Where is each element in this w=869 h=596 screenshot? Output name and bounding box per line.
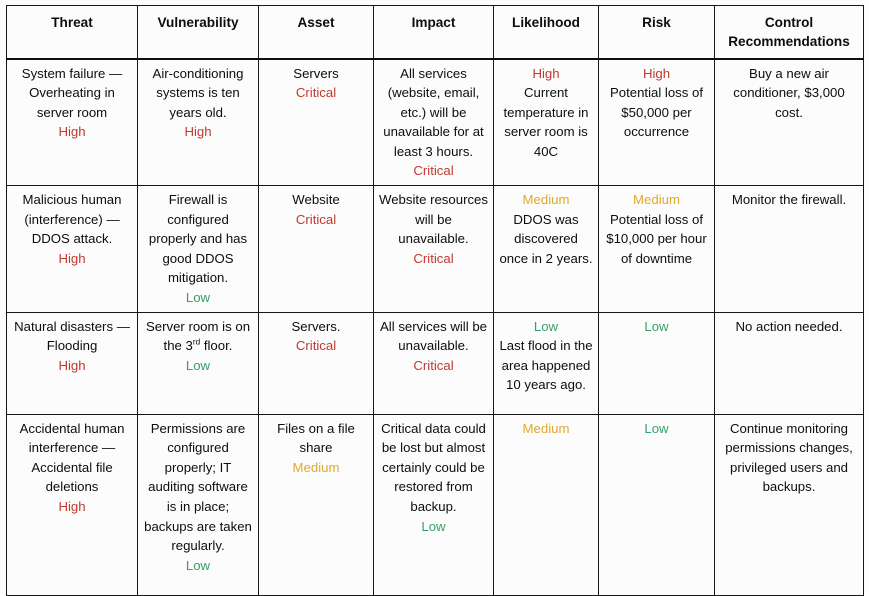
rating-badge: High (642, 65, 671, 81)
cell-risk: Low (598, 413, 715, 596)
cell-description: Website resources will be unavailable. (379, 192, 488, 247)
rating-badge: Low (185, 557, 211, 573)
table-header: Threat Vulnerability Asset Impact Likeli… (6, 5, 864, 60)
cell-likelihood: Medium (493, 413, 599, 596)
cell-control: No action needed. (714, 311, 864, 415)
cell-description: Permissions are configured properly; IT … (144, 420, 252, 554)
cell-risk: Medium Potential loss of $10,000 per hour… (598, 185, 715, 313)
cell-vulnerability: Air-conditioning systems is ten years ol… (137, 57, 259, 187)
cell-description: Current temperature in server room is 40… (503, 85, 589, 159)
column-header-control-recommendations: Control Recommendations (714, 5, 864, 60)
cell-description: Files on a file share (277, 420, 355, 456)
cell-control: Buy a new air conditioner, $3,000 cost. (714, 57, 864, 187)
rating-badge: Medium (522, 192, 570, 208)
cell-asset: Servers Critical (258, 57, 374, 187)
rating-badge: Low (185, 357, 211, 373)
table-row: Malicious human (interference) — DDOS at… (6, 185, 864, 313)
cell-description: Accidental human interference — Accident… (19, 420, 125, 495)
rating-badge: High (58, 357, 86, 373)
cell-description: Natural disasters — Flooding (14, 318, 130, 354)
cell-asset: Servers. Critical (258, 311, 374, 415)
rating-badge: Critical (295, 211, 337, 227)
column-header-vulnerability: Vulnerability (137, 5, 259, 60)
column-header-impact: Impact (373, 5, 494, 60)
table-row: System failure — Overheating in server r… (6, 57, 864, 187)
cell-impact: Website resources will be unavailable. Cr… (373, 185, 494, 313)
rating-badge: High (184, 124, 212, 140)
rating-badge: High (58, 250, 86, 266)
cell-likelihood: Medium DDOS was discovered once in 2 year… (493, 185, 599, 313)
rating-badge: Low (644, 420, 669, 436)
cell-description: Critical data could be lost but almost c… (381, 420, 486, 514)
cell-threat: System failure — Overheating in server r… (6, 57, 138, 187)
cell-threat: Malicious human (interference) — DDOS at… (6, 185, 138, 313)
rating-badge: Medium (522, 420, 570, 436)
cell-vulnerability: Firewall is configured properly and has … (137, 185, 259, 313)
cell-description: Air-conditioning systems is ten years ol… (152, 65, 244, 120)
column-header-risk: Risk (598, 5, 715, 60)
rating-badge: High (58, 124, 86, 140)
cell-impact: All services (website, email, etc.) will… (373, 57, 494, 187)
table-row: Natural disasters — Flooding High Server r… (6, 311, 864, 415)
cell-description: Continue monitoring permissions changes,… (725, 420, 853, 495)
cell-impact: Critical data could be lost but almost c… (373, 413, 494, 596)
cell-description: Monitor the firewall. (731, 192, 847, 208)
cell-description: Malicious human (interference) — DDOS at… (22, 192, 122, 247)
cell-description: Buy a new air conditioner, $3,000 cost. (733, 65, 845, 120)
rating-badge: Critical (413, 163, 454, 179)
cell-description: Server room is on the 3rd floor. (145, 318, 251, 354)
cell-description: System failure — Overheating in server r… (21, 65, 123, 120)
cell-likelihood: High Current temperature in server room i… (493, 57, 599, 187)
cell-description: Potential loss of $50,000 per occurrence (609, 85, 704, 140)
column-header-asset: Asset (258, 5, 374, 60)
table-row: Accidental human interference — Accident… (6, 413, 864, 596)
table-body: System failure — Overheating in server r… (6, 57, 864, 596)
cell-description: No action needed. (735, 318, 843, 334)
risk-assessment-table: Threat Vulnerability Asset Impact Likeli… (6, 5, 864, 596)
cell-description: Servers. (291, 318, 341, 334)
cell-description: Last flood in the area happened 10 years… (499, 338, 593, 393)
cell-description: DDOS was discovered once in 2 years. (499, 211, 593, 266)
rating-badge: Low (644, 318, 669, 334)
column-header-likelihood: Likelihood (493, 5, 599, 60)
column-header-threat: Threat (6, 5, 138, 60)
rating-badge: Low (421, 518, 446, 534)
cell-risk: High Potential loss of $50,000 per occurr… (598, 57, 715, 187)
rating-badge: Critical (295, 338, 337, 354)
cell-control: Monitor the firewall. (714, 185, 864, 313)
cell-threat: Natural disasters — Flooding High (6, 311, 138, 415)
cell-vulnerability: Server room is on the 3rd floor. Low (137, 311, 259, 415)
rating-badge: Critical (413, 250, 454, 266)
cell-impact: All services will be unavailable. Critica… (373, 311, 494, 415)
cell-asset: Website Critical (258, 185, 374, 313)
rating-badge: Critical (413, 357, 454, 373)
cell-vulnerability: Permissions are configured properly; IT … (137, 413, 259, 596)
cell-description: Servers (293, 65, 339, 81)
rating-badge: Low (185, 290, 211, 306)
cell-likelihood: Low Last flood in the area happened 10 ye… (493, 311, 599, 415)
rating-badge: High (532, 65, 560, 81)
cell-risk: Low (598, 311, 715, 415)
cell-description: All services (website, email, etc.) will… (383, 65, 484, 159)
rating-badge: Low (533, 318, 559, 334)
risk-assessment-page: Threat Vulnerability Asset Impact Likeli… (0, 0, 869, 596)
rating-badge: Medium (292, 459, 340, 475)
rating-badge: Critical (295, 85, 337, 101)
cell-threat: Accidental human interference — Accident… (6, 413, 138, 596)
cell-description: Firewall is configured properly and has … (148, 192, 248, 286)
cell-description: All services will be unavailable. (380, 318, 487, 354)
cell-description: Potential loss of $10,000 per hour of do… (606, 211, 707, 266)
rating-badge: High (58, 499, 86, 514)
cell-description: Website (292, 192, 340, 208)
cell-asset: Files on a file share Medium (258, 413, 374, 596)
table-header-row: Threat Vulnerability Asset Impact Likeli… (6, 5, 864, 60)
rating-badge: Medium (633, 192, 680, 208)
cell-control: Continue monitoring permissions changes,… (714, 413, 864, 596)
